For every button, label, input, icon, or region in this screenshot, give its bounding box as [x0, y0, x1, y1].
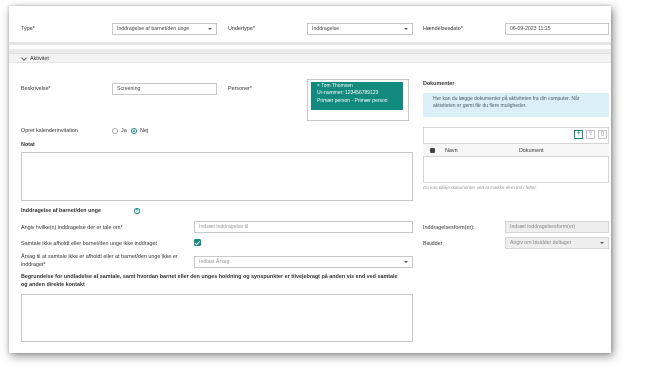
drop-hint: Du kan tilføje dokumenter ved at trække … [423, 185, 537, 190]
activity-section-header[interactable]: Aktivitet [9, 53, 611, 63]
specify-field[interactable]: Indsæt inddragelse til [194, 221, 413, 233]
present-select[interactable]: Angiv om bisidder deltager [505, 237, 609, 249]
description-field[interactable]: Screening [112, 83, 217, 95]
event-date-field[interactable]: 06-09-2023 11:15 [505, 23, 609, 35]
col-document[interactable]: Dokument [519, 148, 544, 154]
col-name[interactable]: Navn [445, 148, 458, 154]
justification-textarea[interactable] [21, 294, 413, 342]
form-label: Inddragelsesform(er): [423, 225, 475, 231]
form-field[interactable]: Indsæt inddragelsesform(er) [505, 221, 609, 233]
section-title: Aktivitet [30, 55, 49, 62]
radio-no-label: Nej [140, 128, 149, 134]
reason-label: Årsag til at samtale ikke er afholdt ell… [21, 254, 178, 268]
radio-yes-label: Ja [121, 128, 127, 134]
person-chip[interactable]: × Tom Thomsen Ur-nummer: 123456789123 Pr… [311, 82, 403, 110]
person-role: Primær person - Primær person [317, 97, 388, 104]
conversation-label: Samtale ikke afholdt eller barnet/den un… [21, 241, 158, 247]
subtype-select[interactable]: Inddragelse [307, 23, 413, 35]
documents-info: Her kan du lægge dokumenter på aktivitet… [423, 93, 609, 117]
specify-label: Angiv hvilke(n) inddragelse der er tale … [21, 225, 123, 231]
subtype-label: Undertype* [228, 26, 255, 32]
radio-no[interactable] [131, 128, 137, 134]
radio-yes[interactable] [112, 128, 118, 134]
involvement-title: Inddragelse af barnet/den unge [21, 208, 101, 214]
event-date-label: Hændelsesdato* [423, 26, 463, 32]
person-id: Ur-nummer: 123456789123 [317, 90, 379, 97]
reason-select[interactable]: Indtast Årsag [194, 256, 413, 268]
chevron-down-icon [21, 54, 27, 61]
present-label: Bisidder [423, 241, 443, 247]
conversation-checkbox[interactable] [194, 239, 201, 246]
calendar-label: Opret kalenderinvitation [21, 128, 78, 134]
help-icon[interactable]: ? [134, 208, 140, 214]
upload-icon[interactable]: ⇪ [586, 130, 595, 139]
notes-label: Notat [21, 142, 35, 148]
trash-icon[interactable]: ▯ [598, 130, 607, 139]
justification-label: Begrundelse for undladelse af samtale, s… [21, 274, 398, 288]
type-label: Type* [21, 26, 35, 32]
documents-title: Dokumenter [423, 81, 455, 87]
persons-label: Personer* [228, 86, 252, 92]
select-all-checkbox[interactable] [430, 148, 435, 153]
notes-textarea[interactable] [21, 152, 413, 201]
divider [9, 42, 611, 45]
activity-form-window: Type* Inddragelse af barnet/den unge Und… [9, 6, 611, 353]
type-select[interactable]: Inddragelse af barnet/den unge [112, 23, 217, 35]
description-label: Beskrivelse* [21, 86, 51, 92]
add-document-button[interactable]: + [574, 130, 583, 139]
person-name: Tom Thomsen [321, 83, 353, 89]
